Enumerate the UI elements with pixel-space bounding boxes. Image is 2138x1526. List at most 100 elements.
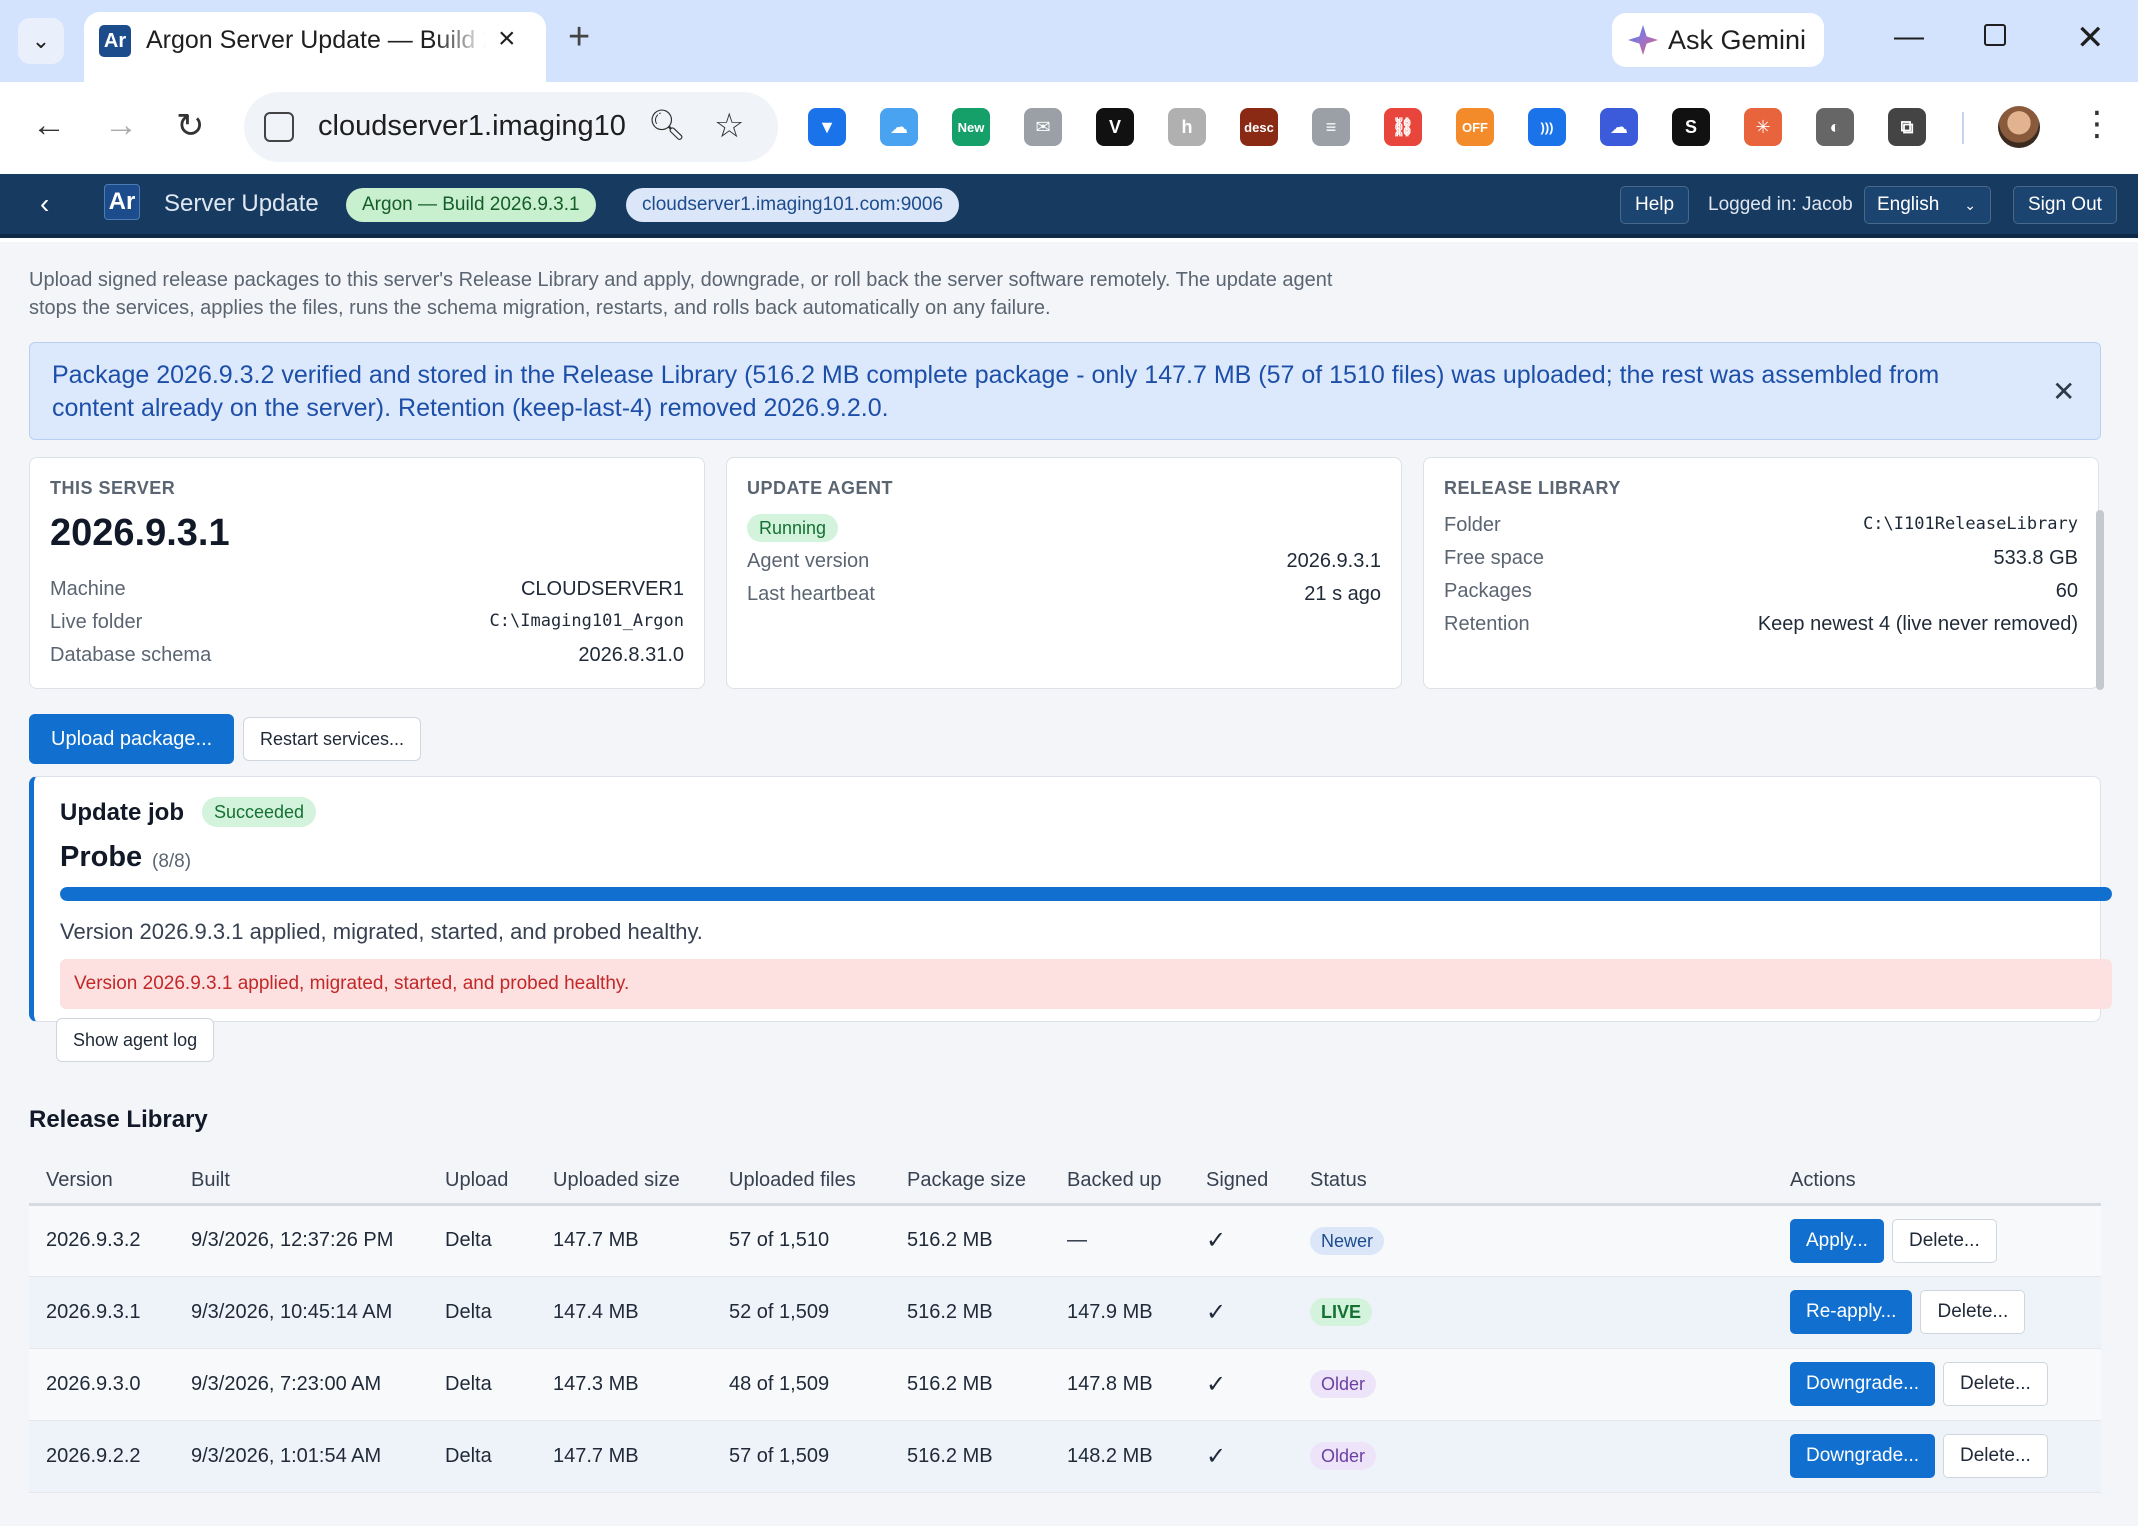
- downgrade-button[interactable]: Downgrade...: [1790, 1362, 1936, 1406]
- restart-services-button[interactable]: Restart services...: [243, 717, 422, 761]
- job-phase-count: (8/8): [152, 851, 192, 872]
- cell-built: 9/3/2026, 7:23:00 AM: [174, 1348, 428, 1421]
- delete-button[interactable]: Delete...: [1920, 1290, 2026, 1334]
- re-apply-button[interactable]: Re-apply...: [1790, 1290, 1913, 1334]
- server-version: 2026.9.3.1: [50, 512, 230, 554]
- agent-version-value: 2026.9.3.1: [1286, 550, 1381, 572]
- s-extension-icon[interactable]: S: [1672, 108, 1710, 146]
- close-icon[interactable]: ×: [498, 22, 516, 56]
- asterisk-extension-icon[interactable]: ✳: [1744, 108, 1782, 146]
- off-extension-icon[interactable]: OFF: [1456, 108, 1494, 146]
- column-header: Upload: [428, 1158, 536, 1206]
- job-phase: Probe: [60, 841, 143, 873]
- browser-tab[interactable]: Ar Argon Server Update — Build 2026.9.3.…: [84, 12, 546, 82]
- help-button[interactable]: Help: [1620, 186, 1690, 224]
- delete-button[interactable]: Delete...: [1891, 1218, 1997, 1263]
- apply-button[interactable]: Apply...: [1790, 1218, 1884, 1263]
- schema-label: Database schema: [50, 644, 212, 666]
- window-close-icon[interactable]: ✕: [2076, 18, 2105, 58]
- new-extension-icon[interactable]: New: [952, 108, 990, 146]
- page-scrollbar[interactable]: [2096, 510, 2104, 690]
- cell-backed-up: —: [1050, 1204, 1189, 1277]
- bookmark-star-icon[interactable]: ☆: [714, 106, 744, 146]
- doc-extension-icon[interactable]: ≡: [1312, 108, 1350, 146]
- alert-close-icon[interactable]: ✕: [2052, 375, 2075, 408]
- funnel-extension-icon[interactable]: ▼: [808, 108, 846, 146]
- desc-extension-icon[interactable]: desc: [1240, 108, 1278, 146]
- app-logo: Ar: [104, 184, 140, 220]
- tab-search-button[interactable]: ⌄: [18, 18, 64, 64]
- upload-package-button[interactable]: Upload package...: [29, 714, 235, 764]
- cell-uploaded-files: 57 of 1,510: [712, 1204, 890, 1277]
- language-select[interactable]: English ⌄: [1864, 186, 1991, 224]
- maximize-icon[interactable]: [1984, 24, 2006, 46]
- cell-backed-up: 147.8 MB: [1050, 1348, 1189, 1421]
- free-space-label: Free space: [1444, 547, 1545, 569]
- live-folder-row: Live folder C:\Imaging101_Argon: [50, 611, 684, 641]
- cell-uploaded-files: 52 of 1,509: [712, 1276, 890, 1349]
- column-header: Uploaded files: [712, 1158, 890, 1206]
- job-status-badge: Succeeded: [202, 797, 317, 827]
- cell-version: 2026.9.3.0: [29, 1348, 174, 1421]
- mail-extension-icon[interactable]: ✉: [1024, 108, 1062, 146]
- app-header: ‹ Ar Server Update Argon — Build 2026.9.…: [0, 174, 2138, 238]
- gemini-star-icon: [1628, 25, 1658, 55]
- back-arrow-icon[interactable]: ←: [32, 106, 66, 145]
- cell-uploaded-size: 147.3 MB: [536, 1348, 712, 1421]
- free-space-row: Free space 533.8 GB: [1444, 547, 2078, 577]
- zoom-icon[interactable]: 🔍︎: [648, 108, 686, 143]
- show-agent-log-button[interactable]: Show agent log: [56, 1018, 215, 1062]
- wave-extension-icon[interactable]: ))): [1528, 108, 1566, 146]
- job-progress-fill: [60, 887, 2112, 901]
- folder-value: C:\I101ReleaseLibrary: [1863, 514, 2078, 534]
- forward-arrow-icon[interactable]: →: [104, 106, 138, 145]
- cell-backed-up: 148.2 MB: [1050, 1420, 1189, 1493]
- cell-status: Older: [1293, 1420, 1773, 1493]
- ask-gemini-label: Ask Gemini: [1668, 24, 1807, 55]
- machine-row: Machine CLOUDSERVER1: [50, 578, 684, 608]
- reload-icon[interactable]: ↻: [176, 106, 205, 146]
- live-folder-label: Live folder: [50, 611, 143, 633]
- address-bar-url[interactable]: cloudserver1.imaging101.com:9006: [318, 110, 628, 143]
- minimize-icon[interactable]: —: [1894, 20, 1924, 54]
- filter-link-extension-icon[interactable]: ⛓: [1384, 108, 1422, 146]
- ask-gemini-button[interactable]: Ask Gemini: [1612, 13, 1824, 67]
- cell-upload: Delta: [428, 1276, 536, 1349]
- delete-button[interactable]: Delete...: [1943, 1362, 2048, 1406]
- address-bar[interactable]: cloudserver1.imaging101.com:9006 🔍︎ ☆: [244, 92, 778, 162]
- downgrade-button[interactable]: Downgrade...: [1790, 1434, 1936, 1478]
- cloud-drive-extension-icon[interactable]: ☁: [1600, 108, 1638, 146]
- new-tab-icon[interactable]: +: [568, 18, 590, 56]
- job-message: Version 2026.9.3.1 applied, migrated, st…: [60, 919, 703, 944]
- cell-version: 2026.9.2.2: [29, 1420, 174, 1493]
- heartbeat-row: Last heartbeat 21 s ago: [747, 583, 1381, 613]
- cell-version: 2026.9.3.2: [29, 1204, 174, 1277]
- build-pill: Argon — Build 2026.9.3.1: [346, 188, 596, 222]
- card-heading: UPDATE AGENT: [747, 478, 894, 498]
- site-info-icon[interactable]: [264, 112, 294, 142]
- more-menu-icon[interactable]: ⋮: [2080, 104, 2114, 144]
- profile-avatar[interactable]: [1998, 106, 2040, 148]
- cloud-extension-icon[interactable]: ☁: [880, 108, 918, 146]
- app-name: Server Update: [164, 190, 319, 217]
- table-row: 2026.9.3.1 9/3/2026, 10:45:14 AM Delta 147.…: [29, 1276, 2101, 1349]
- delete-button[interactable]: Delete...: [1943, 1434, 2048, 1478]
- cell-actions: Re-apply... Delete...: [1773, 1276, 2101, 1349]
- success-alert: Package 2026.9.3.2 verified and stored i…: [29, 342, 2101, 440]
- cell-package-size: 516.2 MB: [890, 1348, 1050, 1421]
- cell-package-size: 516.2 MB: [890, 1204, 1050, 1277]
- h-extension-icon[interactable]: h: [1168, 108, 1206, 146]
- cell-upload: Delta: [428, 1204, 536, 1277]
- mouse-extension-icon[interactable]: ◐: [1816, 108, 1854, 146]
- signed-check-icon: ✓: [1189, 1204, 1293, 1277]
- signed-check-icon: ✓: [1189, 1420, 1293, 1493]
- sign-out-button[interactable]: Sign Out: [2013, 186, 2117, 224]
- back-chevron-icon[interactable]: ‹: [40, 188, 49, 220]
- puzzle-extension-icon[interactable]: ⧉: [1888, 108, 1926, 146]
- browser-tab-strip: ⌄ Ar Argon Server Update — Build 2026.9.…: [0, 0, 2138, 82]
- retention-value: Keep newest 4 (live never removed): [1757, 613, 2078, 635]
- v-extension-icon[interactable]: V: [1096, 108, 1134, 146]
- cell-uploaded-files: 48 of 1,509: [712, 1348, 890, 1421]
- tab-favicon: Ar: [99, 25, 131, 57]
- chevron-down-icon: ⌄: [31, 28, 51, 53]
